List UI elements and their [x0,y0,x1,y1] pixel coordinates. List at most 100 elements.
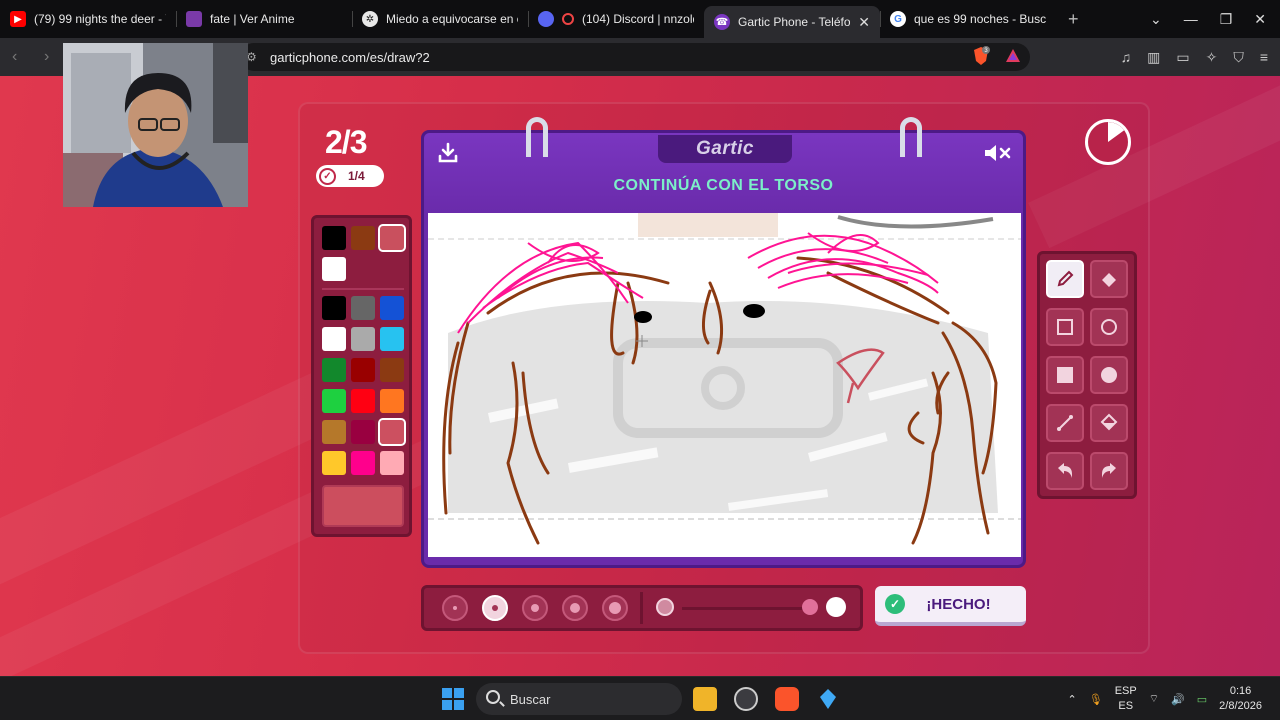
volume-icon[interactable]: 🔊 [1171,693,1185,706]
redo-tool[interactable] [1090,452,1128,490]
language-indicator[interactable]: ESP ES [1115,684,1137,714]
ellipse-fill-tool[interactable] [1090,356,1128,394]
color-swatch[interactable] [380,327,404,351]
clock-time: 0:16 [1229,685,1252,697]
back-icon[interactable]: ‹ [12,48,32,66]
clock-date: 2/8/2026 [1219,700,1262,712]
webcam-overlay [63,43,248,207]
tab-chatgpt[interactable]: ✲ Miedo a equivocarse en cl [352,0,528,38]
brave-rewards-icon[interactable] [1004,46,1022,66]
color-swatch[interactable] [322,358,346,382]
tab-anime[interactable]: fate | Ver Anime [176,0,352,38]
color-swatch[interactable] [380,296,404,320]
clock[interactable]: 0:16 2/8/2026 [1219,684,1262,714]
new-tab-button[interactable]: + [1068,9,1079,30]
forward-icon[interactable]: › [44,48,64,66]
address-bar[interactable]: ⚙ garticphone.com/es/draw?2 [240,43,1030,71]
color-swatch[interactable] [380,358,404,382]
brush-size-5[interactable] [602,595,628,621]
line-tool[interactable] [1046,404,1084,442]
undo-tool[interactable] [1046,452,1084,490]
url-text: garticphone.com/es/draw?2 [270,49,430,65]
color-swatch[interactable] [322,226,346,250]
windows-taskbar: Buscar ⌃ 🎙 ESP ES ⌔ 🔊 ▭ 0:16 2/8/2026 [0,676,1280,720]
color-palette [311,215,412,537]
controls-separator [640,592,643,624]
instruction-text: CONTINÚA CON EL TORSO [613,177,834,194]
brave-browser-icon[interactable] [775,687,799,711]
tools-panel [1037,251,1137,499]
done-button[interactable]: ✓ ¡HECHO! [875,586,1026,626]
line-icon [1057,415,1073,431]
menu-icon[interactable]: ≡ [1260,49,1268,65]
drawing-canvas[interactable] [428,213,1021,557]
media-icon[interactable]: ♫ [1121,49,1132,65]
brave-shields-icon[interactable]: 3 [972,46,990,66]
close-window-icon[interactable]: ✕ [1254,11,1266,28]
color-swatch[interactable] [351,327,375,351]
sidebar-icon[interactable]: ▥ [1147,49,1160,66]
brush-size-4[interactable] [562,595,588,621]
color-swatch[interactable] [378,418,406,446]
steam-icon[interactable] [734,687,758,711]
eye-right [743,304,765,318]
tray-chevron-icon[interactable]: ⌃ [1068,693,1077,706]
color-swatch[interactable] [351,358,375,382]
pencil-tool[interactable] [1046,260,1084,298]
wifi-icon[interactable]: ⌔ [1149,692,1159,706]
app-icon[interactable] [816,687,840,711]
check-icon: ✓ [319,167,336,185]
fill-bucket-tool[interactable] [1090,404,1128,442]
battery-icon[interactable]: ▭ [1197,693,1207,706]
tab-title: fate | Ver Anime [210,12,295,26]
color-swatch[interactable] [322,420,346,444]
color-swatch[interactable] [378,224,406,252]
color-swatch[interactable] [322,327,346,351]
color-swatch[interactable] [351,389,375,413]
rectangle-fill-tool[interactable] [1046,356,1084,394]
opacity-min-icon [656,598,674,616]
download-icon[interactable] [436,141,460,165]
color-swatch[interactable] [351,451,375,475]
color-swatch[interactable] [322,296,346,320]
microphone-icon[interactable]: 🎙 [1089,693,1103,706]
color-swatch[interactable] [351,420,375,444]
color-swatch[interactable] [380,389,404,413]
taskbar-search[interactable]: Buscar [476,683,682,715]
close-tab-icon[interactable]: ✕ [858,14,870,31]
color-swatch[interactable] [322,389,346,413]
file-explorer-icon[interactable] [693,687,717,711]
color-swatch[interactable] [322,451,346,475]
rectangle-outline-tool[interactable] [1046,308,1084,346]
google-icon: G [890,11,906,27]
square-filled-icon [1057,367,1073,383]
tab-title: Miedo a equivocarse en cl [386,12,518,26]
opacity-slider[interactable] [682,607,812,610]
mute-icon[interactable] [983,141,1013,165]
minimize-icon[interactable]: — [1184,11,1198,27]
brush-size-2[interactable] [482,595,508,621]
tab-youtube[interactable]: ▶ (79) 99 nights the deer - Y [0,0,176,38]
brush-size-1[interactable] [442,595,468,621]
eraser-tool[interactable] [1090,260,1128,298]
wallet-icon[interactable]: ▭ [1176,49,1189,66]
windows-start-icon[interactable] [441,687,465,711]
restore-icon[interactable]: ❐ [1220,11,1233,28]
opacity-slider-knob[interactable] [802,599,818,615]
tab-gartic-phone[interactable]: ☎ Gartic Phone - Teléfono ✕ [704,6,880,38]
round-counter: 2/3 [325,124,367,160]
color-swatch[interactable] [322,257,346,281]
color-swatch[interactable] [351,296,375,320]
square-outline-icon [1057,319,1073,335]
undo-icon [1058,463,1072,478]
ellipse-outline-tool[interactable] [1090,308,1128,346]
vpn-icon[interactable]: ⛉ [1233,49,1244,66]
color-swatch[interactable] [380,451,404,475]
leo-ai-icon[interactable]: ✧ [1206,49,1218,66]
brush-size-3[interactable] [522,595,548,621]
tab-google[interactable]: G que es 99 noches - Busca [880,0,1056,38]
tab-discord[interactable]: (104) Discord | nnzold [528,0,704,38]
timer-icon [1085,119,1131,165]
tab-list-chevron-icon[interactable]: ⌄ [1150,11,1162,28]
color-swatch[interactable] [351,226,375,250]
